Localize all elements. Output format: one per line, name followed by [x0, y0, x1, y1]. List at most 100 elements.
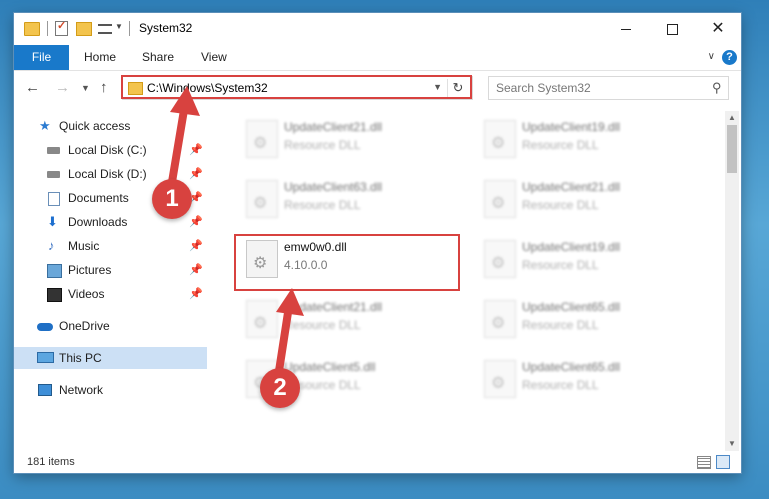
- pin-icon[interactable]: 📌: [189, 211, 203, 233]
- back-arrow-icon[interactable]: ←: [25, 79, 40, 96]
- tab-file[interactable]: File: [14, 45, 69, 70]
- sidebar-item-label: Documents: [68, 191, 129, 205]
- chevron-down-icon[interactable]: ▼: [433, 82, 442, 92]
- file-item[interactable]: UpdateClient19.dll Resource DLL: [474, 114, 704, 168]
- file-version: 4.10.0.0: [284, 258, 328, 272]
- cloud-icon: [37, 323, 53, 331]
- ribbon: File Home Share View ∨ ?: [14, 45, 741, 71]
- sidebar-item-this-pc[interactable]: This PC: [14, 347, 207, 369]
- toolbar-separator: [47, 21, 48, 36]
- sidebar-item-videos[interactable]: Videos 📌: [14, 283, 207, 305]
- large-icons-view-icon[interactable]: [716, 455, 730, 469]
- sidebar-item-onedrive[interactable]: OneDrive: [14, 315, 207, 337]
- vertical-scrollbar[interactable]: ▲ ▼: [725, 111, 739, 451]
- file-item[interactable]: UpdateClient65.dll Resource DLL: [474, 354, 704, 408]
- sidebar-item-label: Pictures: [68, 263, 112, 277]
- help-icon[interactable]: ?: [722, 50, 737, 65]
- expand-ribbon-icon[interactable]: ∨: [708, 51, 715, 62]
- pin-icon[interactable]: 📌: [189, 139, 203, 161]
- step-badge-2: 2: [260, 368, 300, 408]
- scroll-thumb[interactable]: [727, 125, 737, 173]
- dll-file-icon: [246, 240, 278, 278]
- title-bar: ▼ System32 ✕: [14, 13, 741, 45]
- dll-file-icon: [484, 240, 516, 278]
- address-path[interactable]: C:\Windows\System32: [147, 81, 268, 95]
- sidebar-item-quick-access[interactable]: ★ Quick access: [14, 115, 207, 137]
- file-name: UpdateClient21.dll: [284, 120, 383, 134]
- file-item[interactable]: UpdateClient21.dll Resource DLL: [474, 174, 704, 228]
- maximize-icon: [666, 23, 678, 35]
- search-input[interactable]: Search System32 ⚲: [488, 76, 729, 100]
- disk-icon: [47, 147, 60, 154]
- close-button[interactable]: ✕: [695, 13, 741, 45]
- sidebar-item-network[interactable]: Network: [14, 379, 207, 401]
- properties-icon[interactable]: [55, 19, 68, 36]
- pc-icon: [37, 352, 54, 363]
- documents-icon: [48, 192, 60, 206]
- item-count: 181 items: [27, 456, 75, 468]
- close-icon: ✕: [711, 20, 725, 37]
- pin-icon[interactable]: 📌: [189, 235, 203, 257]
- sidebar-item-label: Network: [59, 383, 104, 397]
- chevron-down-icon[interactable]: ▼: [115, 22, 123, 31]
- file-name: UpdateClient19.dll: [522, 240, 621, 254]
- file-type: Resource DLL: [522, 258, 599, 272]
- file-type: Resource DLL: [522, 198, 599, 212]
- network-icon: [38, 384, 52, 396]
- disk-icon: [47, 171, 60, 178]
- file-type: Resource DLL: [284, 318, 361, 332]
- sidebar-item-label: This PC: [59, 351, 102, 365]
- tab-view[interactable]: View: [201, 45, 227, 70]
- navigation-pane: ★ Quick access Local Disk (C:) 📌 Local D…: [14, 111, 207, 451]
- file-item[interactable]: UpdateClient65.dll Resource DLL: [474, 294, 704, 348]
- file-item[interactable]: UpdateClient21.dll Resource DLL: [236, 294, 466, 348]
- file-type: Resource DLL: [284, 138, 361, 152]
- sidebar-item-music[interactable]: ♪ Music 📌: [14, 235, 207, 257]
- refresh-icon[interactable]: ↻: [447, 79, 468, 97]
- recent-locations-icon[interactable]: ▼: [81, 83, 90, 93]
- folder-icon: [24, 22, 40, 36]
- file-type: Resource DLL: [522, 378, 599, 392]
- file-type: Resource DLL: [522, 318, 599, 332]
- step-badge-1: 1: [152, 179, 192, 219]
- tab-home[interactable]: Home: [84, 45, 116, 70]
- up-arrow-icon[interactable]: ↑: [100, 79, 108, 96]
- sidebar-item-pictures[interactable]: Pictures 📌: [14, 259, 207, 281]
- file-item[interactable]: UpdateClient21.dll Resource DLL: [236, 114, 466, 168]
- minimize-button[interactable]: [603, 13, 649, 45]
- dll-file-icon: [484, 120, 516, 158]
- new-folder-icon[interactable]: [76, 22, 92, 36]
- sidebar-item-local-disk-c[interactable]: Local Disk (C:) 📌: [14, 139, 207, 161]
- window-title: System32: [139, 21, 193, 35]
- file-name: UpdateClient21.dll: [284, 300, 383, 314]
- minimize-icon: [621, 28, 631, 30]
- details-view-icon[interactable]: [697, 456, 711, 469]
- maximize-button[interactable]: [649, 13, 695, 45]
- videos-icon: [47, 288, 62, 302]
- file-item-emw0w0[interactable]: emw0w0.dll 4.10.0.0: [236, 234, 466, 288]
- file-name: emw0w0.dll: [284, 240, 347, 254]
- scroll-down-icon[interactable]: ▼: [725, 437, 739, 451]
- pin-icon[interactable]: 📌: [189, 283, 203, 305]
- file-item[interactable]: UpdateClient19.dll Resource DLL: [474, 234, 704, 288]
- search-icon[interactable]: ⚲: [712, 80, 722, 96]
- download-icon: ⬇: [47, 214, 58, 229]
- address-bar[interactable]: C:\Windows\System32 ▼ ↻: [122, 76, 473, 100]
- file-name: UpdateClient63.dll: [284, 180, 383, 194]
- scroll-up-icon[interactable]: ▲: [725, 111, 739, 125]
- customize-toolbar-icon[interactable]: [98, 24, 112, 34]
- pin-icon[interactable]: 📌: [189, 163, 203, 185]
- dll-file-icon: [246, 300, 278, 338]
- folder-icon: [128, 82, 143, 95]
- file-type: Resource DLL: [522, 138, 599, 152]
- file-item[interactable]: UpdateClient63.dll Resource DLL: [236, 174, 466, 228]
- dll-file-icon: [246, 120, 278, 158]
- pin-icon[interactable]: 📌: [189, 259, 203, 281]
- forward-arrow-icon[interactable]: →: [55, 79, 70, 96]
- star-icon: ★: [39, 118, 51, 133]
- status-bar: 181 items: [14, 451, 741, 473]
- dll-file-icon: [484, 180, 516, 218]
- tab-share[interactable]: Share: [142, 45, 174, 70]
- file-name: UpdateClient65.dll: [522, 360, 621, 374]
- sidebar-item-label: Downloads: [68, 215, 128, 229]
